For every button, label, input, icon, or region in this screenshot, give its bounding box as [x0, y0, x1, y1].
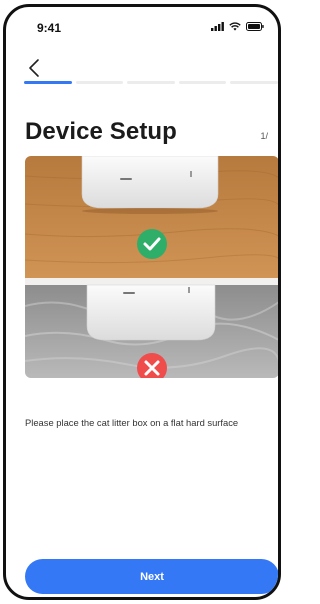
page-title: Device Setup — [25, 118, 177, 145]
progress-step-1 — [24, 81, 72, 84]
status-bar: 9:41 — [6, 7, 278, 47]
placement-illustration-svg — [25, 156, 278, 378]
battery-icon — [246, 22, 264, 31]
wood-floor-scene — [25, 156, 278, 278]
back-icon[interactable] — [24, 57, 46, 79]
check-icon — [137, 229, 167, 259]
wifi-icon — [229, 22, 241, 31]
progress-step-2 — [75, 81, 124, 84]
placement-instruction: Please place the cat litter box on a fla… — [25, 417, 239, 428]
next-button[interactable]: Next — [25, 559, 278, 594]
progress-step-4 — [178, 81, 227, 84]
step-counter-current: 1/ — [260, 131, 268, 141]
progress-step-3 — [127, 81, 175, 84]
progress-step-5 — [230, 81, 278, 84]
setup-progress — [24, 81, 278, 84]
signal-icon — [211, 22, 224, 31]
status-icons — [211, 22, 264, 31]
status-time: 9:41 — [37, 21, 62, 35]
phone-frame: 9:41 Device Setup 1/ Please place the ca… — [3, 4, 281, 600]
placement-illustration — [25, 156, 278, 378]
